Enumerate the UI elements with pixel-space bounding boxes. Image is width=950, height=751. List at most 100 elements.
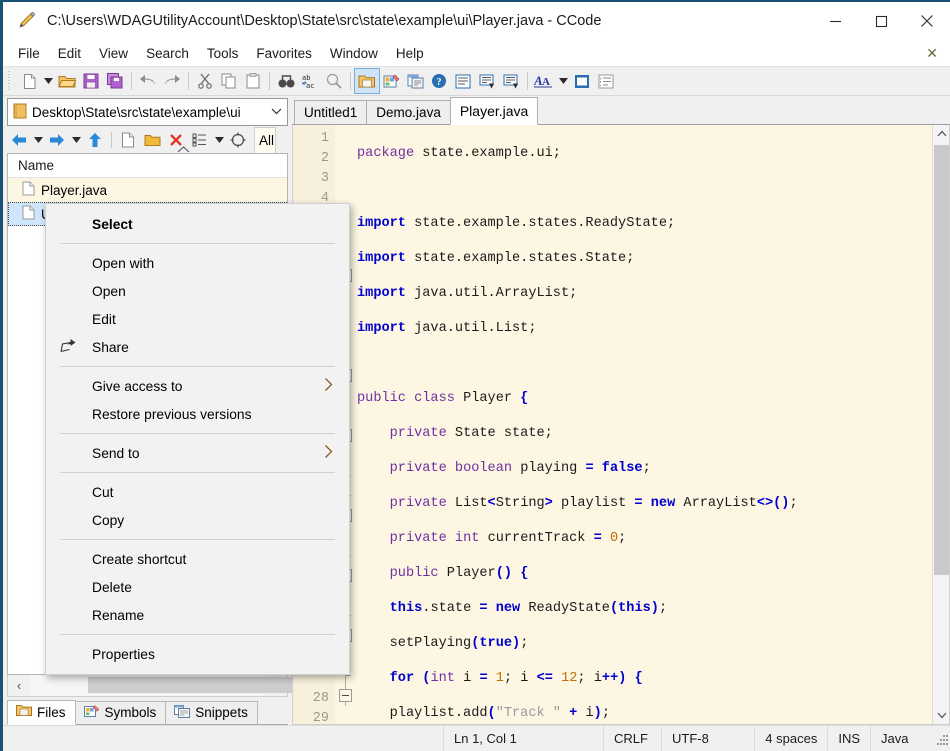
context-menu-item-give-access-to[interactable]: Give access to — [46, 372, 349, 400]
file-explorer-icon[interactable] — [355, 69, 379, 93]
status-position[interactable]: Ln 1, Col 1 — [443, 726, 603, 751]
context-menu-item-delete[interactable]: Delete — [46, 573, 349, 601]
help-icon[interactable]: ? — [427, 69, 451, 93]
tab-files[interactable]: Files — [7, 700, 76, 725]
pencil-icon — [17, 10, 37, 33]
open-folder-icon[interactable] — [55, 69, 79, 93]
status-insert-mode[interactable]: INS — [827, 726, 870, 751]
replace-icon[interactable]: abac — [298, 69, 322, 93]
context-menu-label: Cut — [62, 485, 113, 500]
find-icon[interactable] — [274, 69, 298, 93]
collapse-chevron-icon[interactable] — [177, 145, 190, 156]
cut-icon[interactable] — [193, 69, 217, 93]
menu-edit[interactable]: Edit — [49, 43, 90, 64]
context-menu-item-send-to[interactable]: Send to — [46, 439, 349, 467]
new-file-icon[interactable] — [116, 129, 140, 151]
save-icon[interactable] — [79, 69, 103, 93]
toolbar-separator — [350, 72, 351, 90]
editor-tab-strip: Untitled1 Demo.java Player.java — [292, 96, 950, 125]
menu-tools[interactable]: Tools — [198, 43, 248, 64]
context-menu-label: Copy — [62, 513, 124, 528]
snippets-icon[interactable] — [403, 69, 427, 93]
close-document-icon[interactable]: ✕ — [914, 45, 950, 62]
bookmark-toggle-icon[interactable] — [475, 69, 499, 93]
tab-untitled1[interactable]: Untitled1 — [294, 100, 367, 124]
tab-symbols[interactable]: Symbols — [75, 701, 167, 724]
chevron-down-icon[interactable] — [265, 106, 287, 118]
view-mode-icon[interactable] — [188, 129, 212, 151]
context-menu-item-rename[interactable]: Rename — [46, 601, 349, 629]
redo-icon[interactable] — [160, 69, 184, 93]
tab-demo-java[interactable]: Demo.java — [366, 100, 451, 124]
symbols-icon[interactable] — [379, 69, 403, 93]
new-folder-icon[interactable] — [140, 129, 164, 151]
maximize-button[interactable] — [858, 2, 904, 40]
bookmark-clear-icon[interactable] — [499, 69, 523, 93]
file-filter-dropdown[interactable]: All — [254, 127, 276, 153]
context-menu-item-properties[interactable]: Properties — [46, 640, 349, 668]
menu-view[interactable]: View — [90, 43, 137, 64]
font-dropdown-arrow[interactable] — [556, 69, 570, 93]
close-button[interactable] — [904, 2, 950, 40]
paste-icon[interactable] — [241, 69, 265, 93]
context-menu-item-select[interactable]: Select — [46, 210, 349, 238]
fullscreen-icon[interactable] — [570, 69, 594, 93]
resize-grip[interactable] — [932, 726, 950, 751]
up-icon[interactable] — [83, 129, 107, 151]
status-encoding[interactable]: UTF-8 — [661, 726, 754, 751]
forward-history-arrow[interactable] — [69, 129, 83, 151]
font-icon[interactable]: AA — [532, 69, 556, 93]
new-file-dropdown-arrow[interactable] — [41, 69, 55, 93]
status-language[interactable]: Java — [870, 726, 932, 751]
back-icon[interactable] — [7, 129, 31, 151]
context-menu-label: Open — [62, 284, 126, 299]
context-menu-label: Delete — [62, 580, 132, 595]
menu-search[interactable]: Search — [137, 43, 198, 64]
column-header-name[interactable]: Name — [8, 154, 287, 178]
toolbar-grip[interactable] — [7, 71, 13, 91]
tab-snippets[interactable]: Snippets — [165, 701, 258, 724]
explorer-horizontal-scrollbar[interactable]: ‹ › — [7, 675, 288, 697]
path-bar[interactable]: Desktop\State\src\state\example\ui — [7, 98, 288, 126]
code-text[interactable]: package state.example.ui; import state.e… — [357, 125, 932, 724]
context-menu-item-cut[interactable]: Cut — [46, 478, 349, 506]
vscroll-thumb[interactable] — [934, 145, 949, 575]
word-wrap-icon[interactable] — [451, 69, 475, 93]
minimize-button[interactable] — [812, 2, 858, 40]
context-menu-separator — [60, 243, 335, 244]
scroll-down-button[interactable] — [933, 707, 950, 724]
context-menu-item-share[interactable]: Share — [46, 333, 349, 361]
status-line-ending[interactable]: CRLF — [603, 726, 661, 751]
zoom-icon[interactable] — [322, 69, 346, 93]
new-file-icon[interactable] — [17, 69, 41, 93]
context-menu-item-copy[interactable]: Copy — [46, 506, 349, 534]
context-menu-item-edit[interactable]: Edit — [46, 305, 349, 333]
forward-icon[interactable] — [45, 129, 69, 151]
context-menu-item-open-with[interactable]: Open with — [46, 249, 349, 277]
hscroll-track[interactable] — [30, 675, 265, 696]
back-history-arrow[interactable] — [31, 129, 45, 151]
tab-player-java[interactable]: Player.java — [450, 97, 538, 125]
menu-window[interactable]: Window — [321, 43, 387, 64]
fold-toggle[interactable] — [339, 689, 352, 702]
scroll-up-button[interactable] — [933, 125, 950, 142]
menu-favorites[interactable]: Favorites — [247, 43, 321, 64]
scroll-left-button[interactable]: ‹ — [8, 678, 30, 693]
editor-vertical-scrollbar[interactable] — [932, 125, 949, 724]
refresh-icon[interactable] — [226, 129, 250, 151]
chevron-right-icon — [324, 378, 333, 395]
undo-icon[interactable] — [136, 69, 160, 93]
copy-icon[interactable] — [217, 69, 241, 93]
save-all-icon[interactable] — [103, 69, 127, 93]
view-mode-arrow[interactable] — [212, 129, 226, 151]
status-indent[interactable]: 4 spaces — [754, 726, 827, 751]
menu-file[interactable]: File — [9, 43, 49, 64]
context-menu-item-open[interactable]: Open — [46, 277, 349, 305]
svg-text:?: ? — [437, 77, 442, 88]
line-numbers-icon[interactable] — [594, 69, 618, 93]
context-menu-item-create-shortcut[interactable]: Create shortcut — [46, 545, 349, 573]
menu-help[interactable]: Help — [387, 43, 433, 64]
nav-separator — [111, 132, 112, 148]
list-item[interactable]: Player.java — [8, 178, 287, 202]
context-menu-item-restore-previous-versions[interactable]: Restore previous versions — [46, 400, 349, 428]
